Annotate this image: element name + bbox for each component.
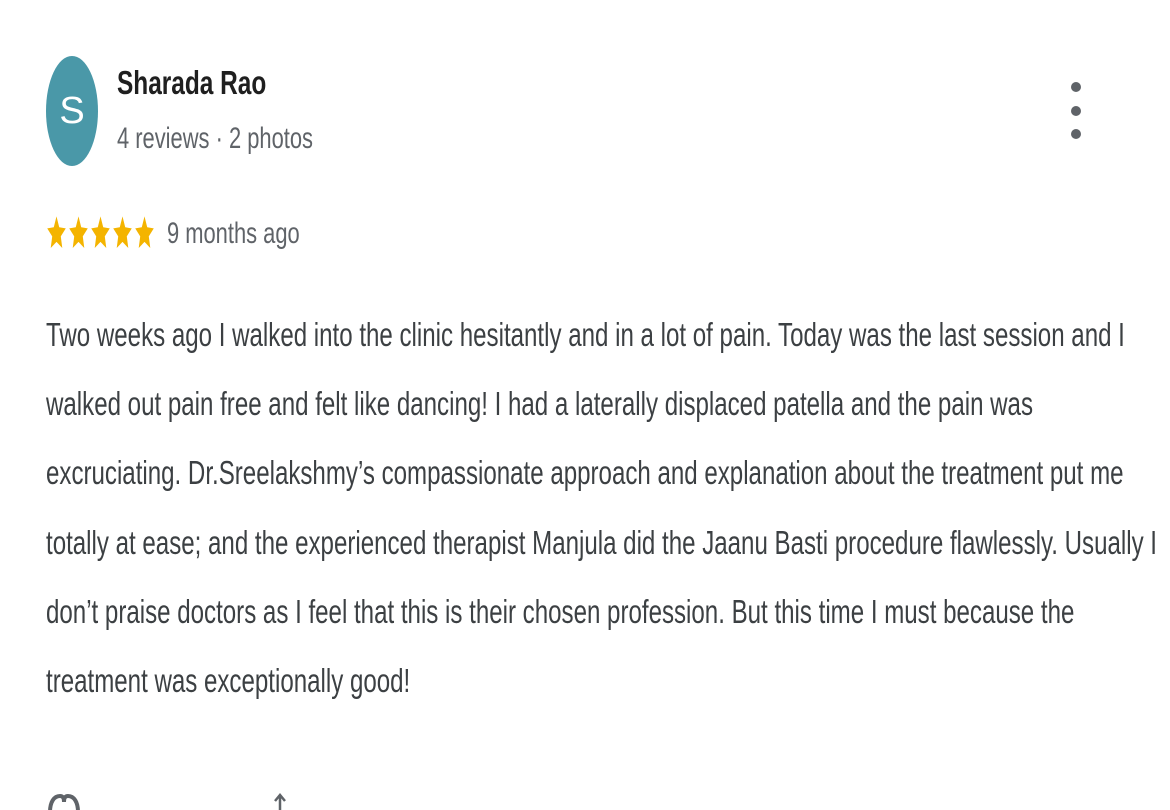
star-icon: [69, 216, 88, 249]
review-card: S Sharada Rao 4 reviews · 2 photos 9 mon…: [0, 0, 1170, 810]
star-icon: [47, 216, 66, 249]
share-icon[interactable]: [272, 792, 288, 810]
review-line: treatment was exceptionally good!: [46, 662, 411, 699]
review-line: don’t praise doctors as I feel that this…: [46, 593, 1075, 630]
star-icon: [113, 216, 132, 249]
review-line: excruciating. Dr.Sreelakshmy’s compassio…: [46, 454, 1124, 491]
review-line: totally at ease; and the experienced the…: [46, 524, 1158, 561]
thumb-up-icon[interactable]: [46, 792, 82, 810]
star-icon: [91, 216, 110, 249]
review-actions: [46, 792, 306, 810]
review-time: 9 months ago: [167, 217, 300, 250]
review-line: walked out pain free and felt like danci…: [46, 385, 1034, 422]
avatar-initial: S: [59, 90, 85, 132]
review-line: Two weeks ago I walked into the clinic h…: [46, 316, 1125, 353]
reviewer-name[interactable]: Sharada Rao: [117, 64, 266, 102]
star-rating: [46, 214, 155, 252]
reviewer-meta: 4 reviews · 2 photos: [117, 122, 313, 155]
more-options-button[interactable]: [1062, 80, 1090, 142]
star-icon: [135, 216, 154, 249]
avatar[interactable]: S: [46, 56, 98, 166]
